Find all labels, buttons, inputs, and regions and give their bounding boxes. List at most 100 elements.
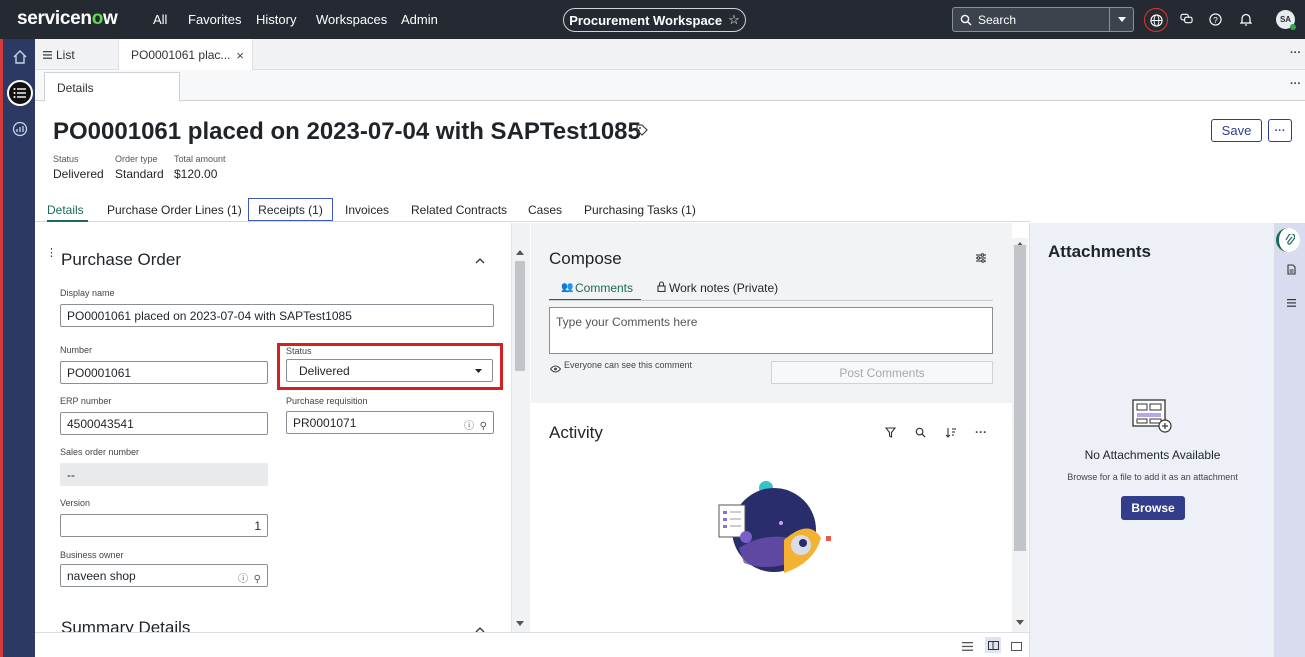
- tab-record-label: PO0001061 plac...: [131, 48, 231, 62]
- document-icon[interactable]: [1287, 264, 1296, 278]
- paperclip-icon[interactable]: [1276, 228, 1300, 252]
- status-label: Status: [286, 346, 312, 356]
- layout-list-icon[interactable]: [962, 640, 973, 654]
- tag-icon[interactable]: [636, 124, 648, 139]
- drag-handle-icon[interactable]: ⋮: [46, 248, 57, 259]
- nav-favorites[interactable]: Favorites: [188, 12, 241, 27]
- erp-number-field[interactable]: 4500043541: [60, 412, 268, 435]
- scroll-down-icon[interactable]: [1016, 620, 1024, 625]
- summary-status-value: Delivered: [53, 167, 104, 181]
- scroll-up-icon[interactable]: [516, 250, 524, 255]
- save-button[interactable]: Save: [1211, 119, 1262, 142]
- more-icon[interactable]: ···: [1290, 47, 1301, 59]
- comment-visibility-note: Everyone can see this comment: [564, 360, 693, 370]
- status-select[interactable]: Delivered: [286, 359, 493, 382]
- empty-activity-illustration: [718, 481, 831, 573]
- number-field[interactable]: PO0001061: [60, 361, 268, 384]
- people-icon: 👥: [561, 282, 574, 293]
- more-actions-button[interactable]: ···: [1268, 119, 1292, 142]
- lookup-icons[interactable]: ⓘ ⚲: [238, 570, 261, 585]
- servicenow-logo[interactable]: servicenow: [17, 8, 118, 30]
- tab-list[interactable]: List: [43, 39, 75, 70]
- active-tab-indicator: [47, 220, 88, 222]
- layout-single-icon[interactable]: [1011, 640, 1022, 654]
- globe-icon[interactable]: [1144, 8, 1168, 32]
- requisition-field[interactable]: PR0001071 ⓘ ⚲: [286, 411, 494, 434]
- activity-pane: Compose 👥 Comments Work notes (Private) …: [531, 223, 1028, 632]
- workspace-pill[interactable]: Procurement Workspace ☆: [563, 8, 746, 32]
- subtab-details[interactable]: Details: [44, 72, 180, 102]
- layout-footer: [35, 632, 1029, 657]
- help-icon[interactable]: ?: [1207, 11, 1223, 27]
- nav-workspaces[interactable]: Workspaces: [316, 12, 387, 27]
- eye-icon: [549, 362, 562, 376]
- business-owner-field[interactable]: naveen shop ⓘ ⚲: [60, 564, 268, 587]
- lock-icon: [657, 281, 666, 295]
- settings-sliders-icon[interactable]: [975, 252, 987, 267]
- scroll-thumb[interactable]: [1014, 245, 1026, 551]
- number-label: Number: [60, 345, 93, 355]
- version-field[interactable]: 1: [60, 514, 268, 537]
- search-scope-dropdown[interactable]: [1109, 8, 1133, 31]
- global-search[interactable]: Search: [952, 7, 1134, 32]
- browse-hint: Browse for a file to add it as an attach…: [1067, 472, 1238, 482]
- lookup-icons[interactable]: ⓘ ⚲: [464, 417, 487, 432]
- analytics-icon[interactable]: [7, 116, 33, 142]
- list-icon[interactable]: [1287, 296, 1296, 310]
- requisition-label: Purchase requisition: [286, 396, 368, 406]
- tab-details[interactable]: Details: [47, 203, 84, 217]
- close-icon[interactable]: ×: [236, 48, 244, 63]
- bell-icon[interactable]: [1238, 11, 1254, 27]
- tab-comments[interactable]: Comments: [575, 281, 633, 295]
- compose-title: Compose: [549, 249, 622, 268]
- user-avatar[interactable]: SA: [1276, 10, 1296, 30]
- list-icon[interactable]: [7, 80, 33, 106]
- compose-panel: Compose 👥 Comments Work notes (Private) …: [531, 223, 1012, 403]
- record-title: PO0001061 placed on 2023-07-04 with SAPT…: [53, 118, 641, 145]
- scroll-down-icon[interactable]: [516, 621, 524, 626]
- version-label: Version: [60, 498, 91, 508]
- scroll-thumb[interactable]: [515, 261, 525, 371]
- app-rail: [0, 39, 35, 657]
- home-icon[interactable]: [7, 44, 33, 70]
- star-icon[interactable]: ☆: [728, 12, 740, 28]
- more-icon[interactable]: ···: [975, 425, 987, 439]
- collapse-icon[interactable]: [475, 253, 485, 267]
- nav-history[interactable]: History: [256, 12, 296, 27]
- presence-dot: [1290, 24, 1296, 30]
- purchase-order-form: ⋮ Purchase Order Display name PO0001061 …: [35, 223, 512, 633]
- requisition-value: PR0001071: [293, 416, 357, 430]
- sort-icon[interactable]: [945, 427, 957, 441]
- tab-purchase-order-lines[interactable]: Purchase Order Lines (1): [107, 203, 242, 217]
- no-attachments-title: No Attachments Available: [1084, 448, 1221, 462]
- workspace-label: Procurement Workspace: [569, 12, 723, 28]
- record-subtab-bar: Details ···: [35, 70, 1305, 102]
- attachments-pane: Attachments No Attachments Available Bro…: [1029, 223, 1274, 657]
- nav-admin[interactable]: Admin: [401, 12, 438, 27]
- more-icon[interactable]: ···: [1290, 78, 1301, 90]
- nav-all[interactable]: All: [153, 12, 167, 27]
- browse-button[interactable]: Browse: [1121, 496, 1185, 520]
- comment-textarea[interactable]: Type your Comments here: [549, 307, 993, 354]
- tab-receipts[interactable]: Receipts (1): [248, 198, 333, 221]
- tab-record[interactable]: PO0001061 plac... ×: [118, 39, 253, 71]
- display-name-field[interactable]: PO0001061 placed on 2023-07-04 with SAPT…: [60, 304, 494, 327]
- filter-icon[interactable]: [884, 427, 897, 441]
- tab-purchasing-tasks[interactable]: Purchasing Tasks (1): [584, 203, 696, 217]
- tab-invoices[interactable]: Invoices: [345, 203, 389, 217]
- summary-total-value: $120.00: [174, 167, 218, 181]
- summary-status-label: Status: [53, 154, 79, 164]
- summary-order-type-label: Order type: [115, 154, 158, 164]
- business-owner-label: Business owner: [60, 550, 124, 560]
- search-icon[interactable]: [915, 427, 926, 441]
- tab-work-notes[interactable]: Work notes (Private): [669, 281, 778, 295]
- chat-icon[interactable]: [1178, 11, 1194, 27]
- post-comments-button[interactable]: Post Comments: [771, 361, 993, 384]
- top-bar: servicenow All Favorites History Workspa…: [0, 0, 1305, 39]
- layout-split-icon[interactable]: [985, 637, 1001, 653]
- tab-list-label: List: [56, 47, 75, 62]
- attachments-title: Attachments: [1048, 242, 1151, 261]
- tab-divider: [549, 300, 993, 301]
- tab-cases[interactable]: Cases: [528, 203, 562, 217]
- tab-related-contracts[interactable]: Related Contracts: [411, 203, 507, 217]
